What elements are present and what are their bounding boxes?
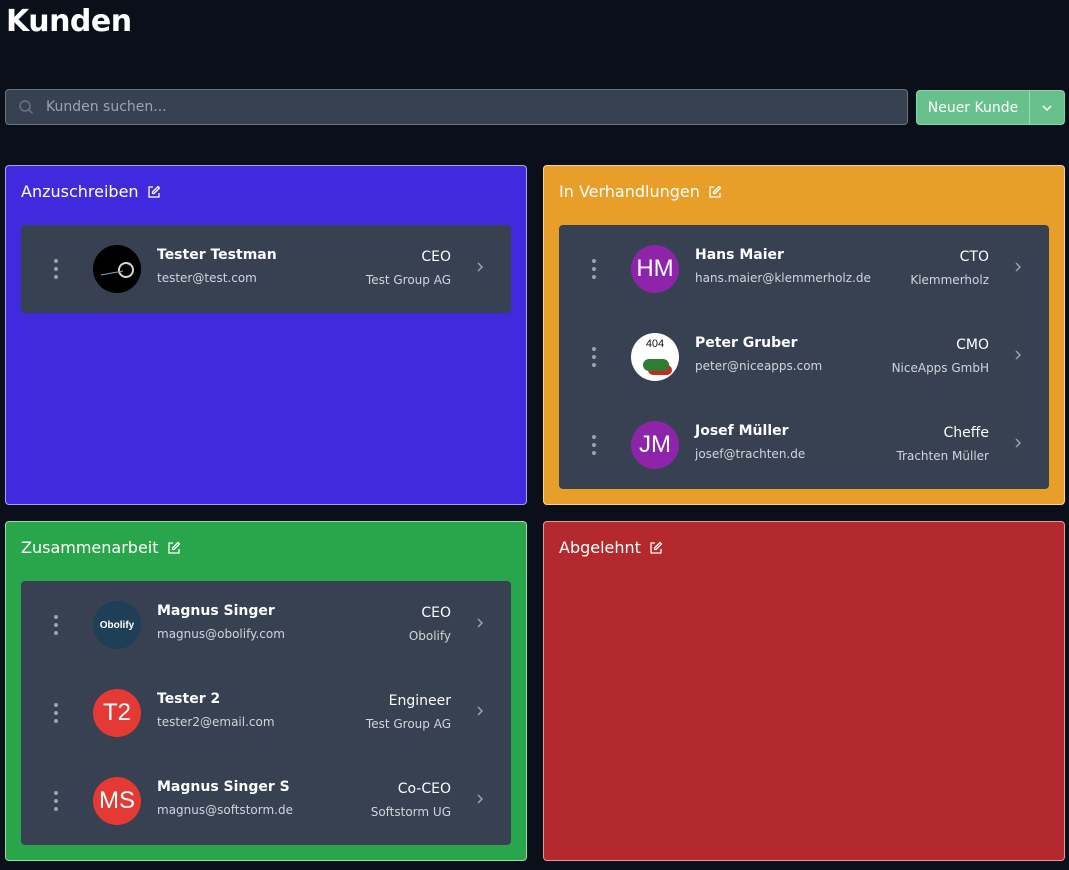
chevron-right-icon[interactable]	[475, 793, 485, 805]
customer-card[interactable]: 404 Peter Gruber peter@niceapps.com CMO Nice…	[559, 313, 1049, 401]
column-header: Abgelehnt	[559, 538, 663, 557]
customer-email: magnus@obolify.com	[157, 627, 285, 641]
edit-icon[interactable]	[708, 185, 722, 199]
customer-name: Tester Testman	[157, 247, 277, 263]
pipeline-column: Zusammenarbeit Obolify Magnus Singer magnus…	[5, 521, 527, 861]
new-customer-split-button: Neuer Kunde	[916, 90, 1065, 125]
search-icon	[6, 99, 46, 115]
customer-card[interactable]: Tester Testman tester@test.com CEO Test Gro…	[21, 225, 511, 313]
customer-email: josef@trachten.de	[695, 447, 806, 461]
column-title: In Verhandlungen	[559, 182, 700, 201]
chevron-right-icon[interactable]	[475, 617, 485, 629]
customer-email: tester@test.com	[157, 271, 257, 285]
customer-name: Hans Maier	[695, 247, 784, 263]
more-options-icon[interactable]	[51, 791, 61, 811]
avatar: HM	[631, 245, 679, 293]
column-title: Anzuschreiben	[21, 182, 139, 201]
customer-company: Obolify	[408, 629, 451, 643]
chevron-right-icon[interactable]	[1013, 437, 1023, 449]
customer-role: CEO	[421, 249, 451, 265]
customer-name: Magnus Singer	[157, 603, 275, 619]
search-bar	[5, 89, 908, 125]
avatar: 404	[631, 333, 679, 381]
avatar: MS	[93, 777, 141, 825]
more-options-icon[interactable]	[589, 347, 599, 367]
column-header: Zusammenarbeit	[21, 538, 181, 557]
customer-list: HM Hans Maier hans.maier@klemmerholz.de CTO…	[559, 225, 1049, 489]
customer-card[interactable]: T2 Tester 2 tester2@email.com Engineer Test …	[21, 669, 511, 757]
customer-name: Tester 2	[157, 691, 221, 707]
customer-company: Test Group AG	[365, 717, 451, 731]
pipeline-column: Abgelehnt	[543, 521, 1065, 861]
customer-email: peter@niceapps.com	[695, 359, 823, 373]
customer-role: CEO	[421, 605, 451, 621]
customer-email: hans.maier@klemmerholz.de	[695, 271, 871, 285]
customer-list: Tester Testman tester@test.com CEO Test Gro…	[21, 225, 511, 313]
chevron-down-icon	[1042, 104, 1052, 111]
customer-company: Trachten Müller	[896, 449, 989, 463]
customer-role: CMO	[956, 337, 989, 353]
customer-card[interactable]: JM Josef Müller josef@trachten.de Cheffe Tra…	[559, 401, 1049, 489]
customer-card[interactable]: Obolify Magnus Singer magnus@obolify.com CE…	[21, 581, 511, 669]
customer-name: Josef Müller	[695, 423, 789, 439]
customer-company: NiceApps GmbH	[891, 361, 989, 375]
customer-company: Test Group AG	[365, 273, 451, 287]
more-options-icon[interactable]	[51, 703, 61, 723]
avatar: JM	[631, 421, 679, 469]
new-customer-button[interactable]: Neuer Kunde	[917, 91, 1029, 124]
customer-role: CTO	[959, 249, 989, 265]
column-header: In Verhandlungen	[559, 182, 722, 201]
column-title: Zusammenarbeit	[21, 538, 159, 557]
avatar: Obolify	[93, 601, 141, 649]
more-options-icon[interactable]	[51, 615, 61, 635]
chevron-right-icon[interactable]	[1013, 349, 1023, 361]
edit-icon[interactable]	[167, 541, 181, 555]
edit-icon[interactable]	[147, 185, 161, 199]
customer-card[interactable]: MS Magnus Singer S magnus@softstorm.de Co-C…	[21, 757, 511, 845]
pipeline-column: Anzuschreiben Tester Testman tester@test.c…	[5, 165, 527, 505]
customer-email: magnus@softstorm.de	[157, 803, 293, 817]
more-options-icon[interactable]	[589, 435, 599, 455]
customer-role: Co-CEO	[397, 781, 451, 797]
chevron-right-icon[interactable]	[475, 261, 485, 273]
avatar: T2	[93, 689, 141, 737]
column-header: Anzuschreiben	[21, 182, 161, 201]
error-image-icon	[643, 359, 669, 371]
customer-list: Obolify Magnus Singer magnus@obolify.com CE…	[21, 581, 511, 845]
customer-email: tester2@email.com	[157, 715, 275, 729]
avatar	[93, 245, 141, 293]
more-options-icon[interactable]	[51, 259, 61, 279]
pipeline-column: In Verhandlungen HM Hans Maier hans.maier@k…	[543, 165, 1065, 505]
page-title: Kunden	[6, 4, 132, 39]
customer-card[interactable]: HM Hans Maier hans.maier@klemmerholz.de CTO…	[559, 225, 1049, 313]
edit-icon[interactable]	[649, 541, 663, 555]
search-input[interactable]	[46, 99, 907, 115]
chevron-right-icon[interactable]	[1013, 261, 1023, 273]
more-options-icon[interactable]	[589, 259, 599, 279]
customer-company: Softstorm UG	[370, 805, 451, 819]
new-customer-dropdown-button[interactable]	[1029, 91, 1064, 124]
customer-company: Klemmerholz	[910, 273, 989, 287]
customer-name: Magnus Singer S	[157, 779, 290, 795]
customer-role: Cheffe	[943, 425, 989, 441]
column-title: Abgelehnt	[559, 538, 641, 557]
customer-name: Peter Gruber	[695, 335, 798, 351]
customer-role: Engineer	[388, 693, 451, 709]
chevron-right-icon[interactable]	[475, 705, 485, 717]
